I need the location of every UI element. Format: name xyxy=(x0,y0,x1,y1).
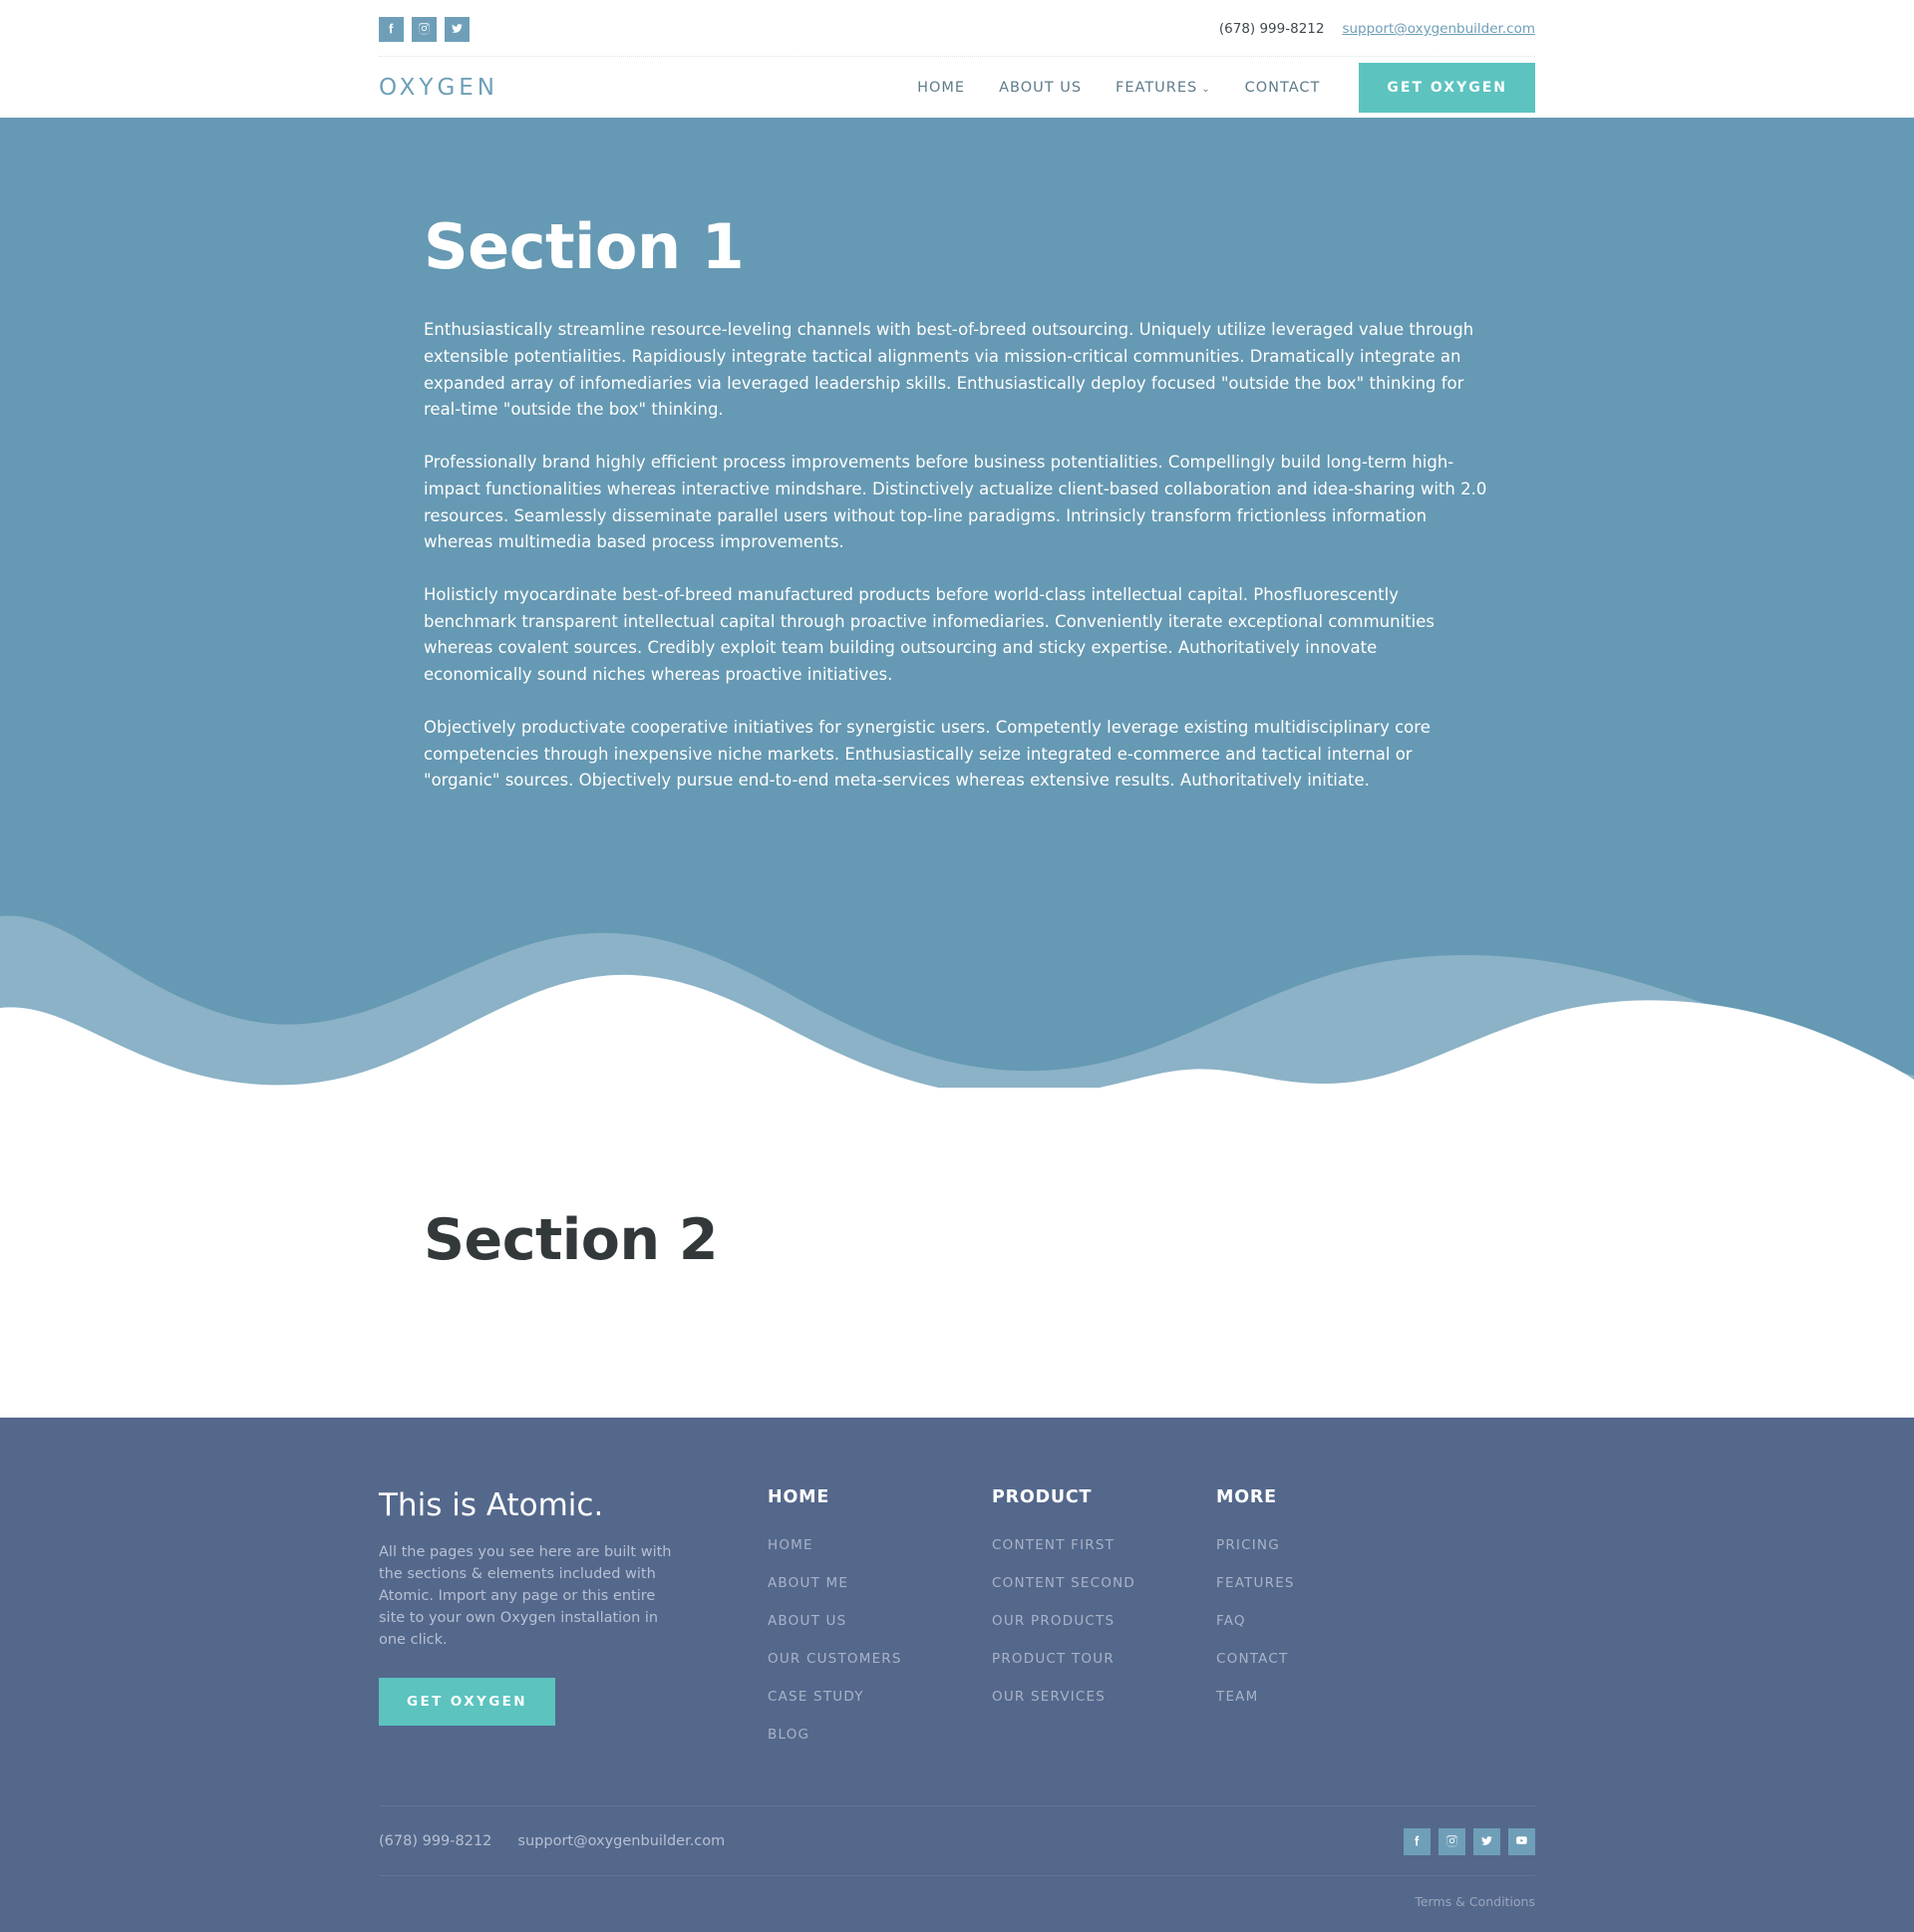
site-footer: This is Atomic. All the pages you see he… xyxy=(0,1417,1914,1932)
page-root: (678) 999-8212 support@oxygenbuilder.com… xyxy=(0,0,1914,1932)
list-item: FAQ xyxy=(1216,1610,1440,1629)
footer-link-features[interactable]: FEATURES xyxy=(1216,1575,1295,1591)
facebook-icon xyxy=(385,20,398,39)
nav-item-features[interactable]: FEATURES ⌄ xyxy=(1099,80,1228,96)
footer-link-content-first[interactable]: CONTENT FIRST xyxy=(992,1537,1115,1553)
list-item: CASE STUDY xyxy=(768,1686,992,1705)
footer-link-about-us[interactable]: ABOUT US xyxy=(768,1613,846,1629)
footer-twitter-link[interactable] xyxy=(1473,1827,1500,1855)
top-bar: (678) 999-8212 support@oxygenbuilder.com xyxy=(0,0,1914,56)
wave-divider xyxy=(0,887,1914,1088)
footer-link-our-services[interactable]: OUR SERVICES xyxy=(992,1689,1106,1705)
footer-link-pricing[interactable]: PRICING xyxy=(1216,1537,1280,1553)
site-logo[interactable]: OXYGEN xyxy=(379,75,498,101)
section2-heading: Section 2 xyxy=(424,1206,719,1273)
footer-link-team[interactable]: TEAM xyxy=(1216,1689,1258,1705)
footer-column-home: HOME HOME ABOUT ME ABOUT US OUR CUSTOMER… xyxy=(768,1487,992,1762)
nav-item-contact[interactable]: CONTACT xyxy=(1228,80,1338,96)
footer-column-more-title: MORE xyxy=(1216,1486,1277,1507)
footer-legal-bar: Terms & Conditions xyxy=(379,1874,1535,1932)
topbar-social-list xyxy=(379,15,470,42)
list-item: HOME xyxy=(768,1534,992,1553)
list-item: OUR SERVICES xyxy=(992,1686,1216,1705)
nav-bar: OXYGEN HOME ABOUT US FEATURES ⌄ CONTACT G… xyxy=(0,56,1914,118)
list-item: CONTENT SECOND xyxy=(992,1572,1216,1591)
list-item: TEAM xyxy=(1216,1686,1440,1705)
topbar-instagram-link[interactable] xyxy=(412,16,437,42)
list-item: ABOUT US xyxy=(768,1610,992,1629)
section1-paragraph-3: Holisticly myocardinate best-of-breed ma… xyxy=(424,584,1435,685)
get-oxygen-footer-button[interactable]: GET OXYGEN xyxy=(379,1678,555,1727)
footer-brand-column: This is Atomic. All the pages you see he… xyxy=(379,1486,768,1727)
footer-column-home-title: HOME xyxy=(768,1486,830,1507)
twitter-icon xyxy=(1480,1832,1493,1851)
footer-youtube-link[interactable] xyxy=(1508,1827,1535,1855)
list-item: PRODUCT TOUR xyxy=(992,1648,1216,1667)
nav-item-home-label: HOME xyxy=(917,79,966,96)
footer-link-content-second[interactable]: CONTENT SECOND xyxy=(992,1575,1135,1591)
footer-link-case-study[interactable]: CASE STUDY xyxy=(768,1689,864,1705)
list-item: PRICING xyxy=(1216,1534,1440,1553)
list-item: OUR PRODUCTS xyxy=(992,1610,1216,1629)
section2: Section 2 xyxy=(0,1087,1914,1418)
footer-link-faq[interactable]: FAQ xyxy=(1216,1613,1246,1629)
footer-phone: (678) 999-8212 xyxy=(379,1833,492,1850)
footer-social-list xyxy=(1404,1827,1535,1855)
section1-paragraph-1: Enthusiastically streamline resource-lev… xyxy=(424,320,1474,420)
get-oxygen-nav-button[interactable]: GET OXYGEN xyxy=(1359,62,1535,113)
list-item: FEATURES xyxy=(1216,1572,1440,1591)
facebook-icon xyxy=(1411,1832,1424,1851)
section1-heading: Section 1 xyxy=(424,210,745,283)
list-item: CONTACT xyxy=(1216,1648,1440,1667)
footer-link-our-customers[interactable]: OUR CUSTOMERS xyxy=(768,1651,902,1667)
topbar-facebook-link[interactable] xyxy=(379,16,404,42)
list-item: BLOG xyxy=(768,1724,992,1743)
instagram-icon xyxy=(1445,1832,1458,1851)
footer-column-product-title: PRODUCT xyxy=(992,1486,1093,1507)
nav-item-contact-label: CONTACT xyxy=(1244,79,1321,96)
nav-item-about-us-label: ABOUT US xyxy=(999,79,1083,96)
hero-section: Section 1 Enthusiastically streamline re… xyxy=(0,118,1914,1088)
topbar-twitter-link[interactable] xyxy=(445,16,470,42)
list-item: CONTENT FIRST xyxy=(992,1534,1216,1553)
footer-instagram-link[interactable] xyxy=(1438,1827,1465,1855)
topbar-phone: (678) 999-8212 xyxy=(1218,21,1325,37)
footer-link-about-me[interactable]: ABOUT ME xyxy=(768,1575,848,1591)
chevron-down-icon: ⌄ xyxy=(1201,83,1211,95)
footer-email: support@oxygenbuilder.com xyxy=(517,1833,726,1850)
footer-brand-text: All the pages you see here are built wit… xyxy=(379,1543,672,1649)
nav-links: HOME ABOUT US FEATURES ⌄ CONTACT GET OXYG… xyxy=(900,62,1535,113)
youtube-icon xyxy=(1515,1832,1528,1851)
list-item: OUR CUSTOMERS xyxy=(768,1648,992,1667)
footer-facebook-link[interactable] xyxy=(1404,1827,1431,1855)
nav-item-features-label: FEATURES xyxy=(1116,79,1198,96)
twitter-icon xyxy=(451,20,464,39)
footer-link-our-products[interactable]: OUR PRODUCTS xyxy=(992,1613,1115,1629)
section1-paragraph-4: Objectively productivate cooperative ini… xyxy=(424,717,1431,791)
instagram-icon xyxy=(418,20,431,39)
section1-paragraph-2: Professionally brand highly efficient pr… xyxy=(424,453,1487,552)
footer-brand-title: This is Atomic. xyxy=(379,1486,604,1523)
footer-column-more: MORE PRICING FEATURES FAQ CONTACT TEAM xyxy=(1216,1487,1440,1724)
topbar-email-link[interactable]: support@oxygenbuilder.com xyxy=(1342,21,1535,37)
list-item: ABOUT ME xyxy=(768,1572,992,1591)
footer-bottom-bar: (678) 999-8212 support@oxygenbuilder.com xyxy=(379,1804,1535,1875)
nav-item-about-us[interactable]: ABOUT US xyxy=(982,80,1099,96)
footer-column-product: PRODUCT CONTENT FIRST CONTENT SECOND OUR… xyxy=(992,1487,1216,1724)
footer-link-contact[interactable]: CONTACT xyxy=(1216,1651,1288,1667)
footer-link-blog[interactable]: BLOG xyxy=(768,1727,809,1743)
nav-item-home[interactable]: HOME xyxy=(900,80,982,96)
footer-link-product-tour[interactable]: PRODUCT TOUR xyxy=(992,1651,1115,1667)
footer-link-home[interactable]: HOME xyxy=(768,1537,813,1553)
terms-and-conditions-link[interactable]: Terms & Conditions xyxy=(1415,1894,1535,1909)
